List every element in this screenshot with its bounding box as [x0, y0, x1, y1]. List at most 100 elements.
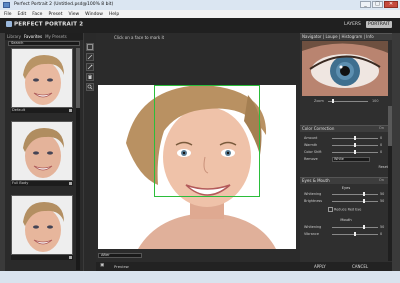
zoom-slider-knob[interactable] [332, 99, 334, 103]
layers-tab[interactable]: LAYERS [344, 22, 361, 27]
favorite-flag-icon[interactable] [69, 109, 72, 112]
minimize-button[interactable]: _ [360, 1, 371, 8]
menu-window[interactable]: Window [85, 12, 103, 17]
brush-icon [87, 54, 93, 60]
photo-canvas[interactable] [98, 85, 296, 249]
tab-favorites[interactable]: Favorites [24, 34, 42, 39]
cancel-button[interactable]: CANCEL [352, 264, 368, 269]
slider-mouth-vibrance[interactable]: Vibrance 0 [304, 232, 388, 237]
slider-label: Color Shift [304, 150, 322, 154]
eyes-mouth-toggle[interactable]: On [379, 178, 384, 183]
loupe-eye-image [302, 41, 388, 96]
title-bar: Perfect Portrait 2 (Untitled.psd@100% 8 … [0, 0, 400, 10]
color-correction-title: Color Correction [302, 126, 335, 131]
slider-color-shift[interactable]: Color Shift 0 [304, 150, 388, 155]
scrollbar-thumb[interactable] [76, 48, 80, 108]
close-button[interactable]: ✕ [384, 1, 398, 8]
tool-bar [84, 33, 96, 271]
apply-button[interactable]: APPLY [314, 264, 326, 269]
slider-mouth-whitening[interactable]: Whitening 50 [304, 225, 388, 230]
tab-my-presets[interactable]: My Presets [45, 34, 67, 39]
view-mode-select[interactable]: After [98, 253, 142, 258]
navigator-tabs[interactable]: Navigator | Loupe | Histogram | Info [302, 34, 374, 39]
slider-value: 0 [380, 143, 383, 147]
slider-track[interactable] [332, 201, 378, 202]
slider-knob[interactable] [362, 225, 365, 229]
menu-help[interactable]: Help [109, 12, 119, 17]
hand-icon [88, 74, 92, 79]
slider-knob[interactable] [354, 150, 356, 154]
face-thumbnail [12, 196, 72, 254]
slider-knob[interactable] [354, 143, 356, 147]
retouch-tool[interactable] [86, 63, 94, 71]
preset-name: Full Body [12, 181, 29, 185]
maximize-button[interactable]: □ [372, 1, 383, 8]
zoom-tool[interactable] [86, 83, 94, 91]
slider-knob[interactable] [354, 136, 356, 140]
preset-name: Default [12, 108, 26, 112]
remove-label: Remove [304, 157, 318, 161]
favorite-flag-icon[interactable] [69, 182, 72, 185]
slider-label: Whitening [304, 192, 322, 196]
color-correction-toggle[interactable]: On [379, 126, 384, 131]
scrollbar-thumb[interactable] [388, 106, 392, 146]
menu-bar: File Edit Face Preset View Window Help [0, 10, 400, 18]
slider-track[interactable] [332, 194, 378, 195]
wand-icon [87, 64, 93, 70]
slider-eye-brightness[interactable]: Brightness 50 [304, 199, 388, 204]
apply-bar: APPLY CANCEL [300, 262, 392, 271]
slider-value: 0 [380, 136, 383, 140]
app-logo: PERFECT PORTRAIT 2 [6, 21, 83, 28]
navigator-preview[interactable] [302, 41, 388, 96]
face-detection-box[interactable] [154, 85, 260, 197]
preset-search-select[interactable]: Search [8, 41, 80, 46]
canvas-status-bar: ▣ Preview [96, 262, 300, 271]
slider-knob[interactable] [362, 192, 365, 196]
slider-eye-whitening[interactable]: Whitening 50 [304, 192, 388, 197]
slider-amount[interactable]: Amount 0 [304, 136, 388, 141]
zoom-slider[interactable] [328, 101, 368, 102]
slider-knob[interactable] [354, 232, 356, 236]
menu-preset[interactable]: Preset [48, 12, 62, 17]
magnifier-icon [87, 84, 93, 90]
hand-tool[interactable] [86, 73, 94, 81]
mouth-subhead: Mouth [340, 218, 352, 222]
favorite-flag-icon[interactable] [69, 256, 72, 259]
preset-thumbnail-3[interactable] [11, 195, 73, 255]
menu-edit[interactable]: Edit [18, 12, 27, 17]
slider-warmth[interactable]: Warmth 0 [304, 143, 388, 148]
checkbox-box[interactable] [328, 207, 333, 212]
zoom-row: Zoom 100 [302, 99, 388, 105]
window-status-bar [0, 271, 400, 283]
slider-label: Vibrance [304, 232, 319, 236]
preset-thumbnail-default[interactable] [11, 48, 73, 108]
reduce-red-eye-checkbox[interactable]: Reduce Red Eye [328, 207, 361, 212]
slider-label: Warmth [304, 143, 318, 147]
preset-scrollbar[interactable] [76, 48, 80, 270]
slider-label: Amount [304, 136, 318, 140]
eyes-mouth-title: Eyes & Mouth [302, 178, 330, 183]
preset-label-3 [11, 255, 73, 260]
slider-value: 50 [380, 225, 385, 229]
slider-value: 0 [380, 150, 383, 154]
reduce-red-eye-label: Reduce Red Eye [334, 207, 362, 212]
face-thumbnail [12, 49, 72, 107]
menu-file[interactable]: File [4, 12, 12, 17]
preview-toggle[interactable]: Preview [114, 264, 129, 269]
remove-color-select[interactable]: White [332, 157, 370, 162]
menu-view[interactable]: View [68, 12, 79, 17]
portrait-tab[interactable]: PORTRAIT [366, 21, 392, 28]
navigator-header[interactable]: Navigator | Loupe | Histogram | Info [300, 33, 392, 40]
tab-library[interactable]: Library [7, 34, 21, 39]
split-view-icon[interactable]: ▣ [100, 263, 104, 268]
slider-knob[interactable] [362, 199, 365, 203]
brush-tool[interactable] [86, 53, 94, 61]
preset-thumbnail-full-body[interactable] [11, 121, 73, 181]
adjustments-scrollbar[interactable] [388, 106, 392, 261]
eyes-mouth-header[interactable]: Eyes & Mouth On ▾ [300, 177, 392, 184]
color-reset-button[interactable]: Reset [379, 165, 388, 169]
color-correction-header[interactable]: Color Correction On ▾ [300, 125, 392, 132]
menu-face[interactable]: Face [32, 12, 42, 17]
slider-track[interactable] [332, 227, 378, 228]
face-select-tool[interactable] [86, 43, 94, 51]
